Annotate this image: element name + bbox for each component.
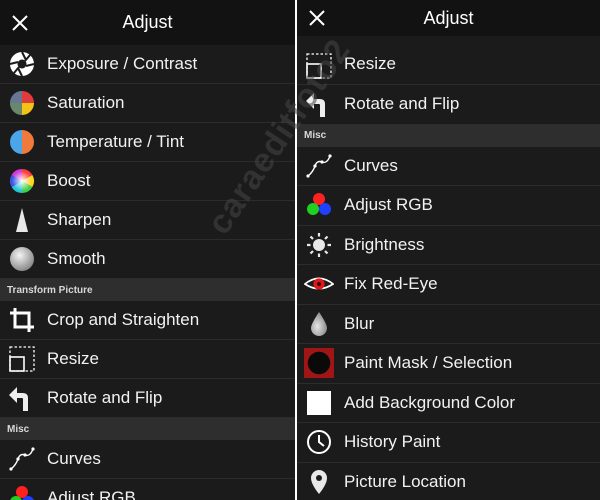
right-adjust-panel: Adjust Resize Rotate and Flip Misc Curve… [297, 0, 600, 500]
menu-item-crop-straighten[interactable]: Crop and Straighten [0, 301, 295, 340]
rgb-icon [7, 483, 37, 500]
menu-item-label: Temperature / Tint [47, 132, 185, 151]
menu-item-fix-red-eye[interactable]: Fix Red-Eye [297, 265, 600, 305]
saturation-icon [7, 88, 37, 118]
smooth-icon [7, 244, 37, 274]
close-icon[interactable] [10, 13, 30, 33]
menu-item-brightness[interactable]: Brightness [297, 226, 600, 265]
menu-item-label: Resize [47, 349, 99, 368]
menu-item-exposure-contrast[interactable]: Exposure / Contrast [0, 45, 295, 84]
menu-item-adjust-rgb[interactable]: Adjust RGB [297, 186, 600, 226]
sharpen-icon [7, 205, 37, 235]
red-eye-icon [304, 269, 334, 299]
paint-mask-icon [304, 348, 334, 379]
menu-item-label: Picture Location [344, 471, 466, 491]
menu-item-history-paint[interactable]: History Paint [297, 423, 600, 463]
menu-list: Resize Rotate and Flip Misc Curves Adjus… [297, 36, 600, 500]
menu-list: Exposure / Contrast Saturation Temperatu… [0, 45, 295, 500]
section-header-misc: Misc [0, 418, 295, 440]
section-header-misc: Misc [297, 124, 600, 147]
menu-item-picture-location[interactable]: Picture Location [297, 463, 600, 500]
aperture-icon [7, 49, 37, 79]
menu-item-label: Brightness [344, 234, 425, 254]
close-icon[interactable] [307, 8, 327, 28]
menu-item-adjust-rgb[interactable]: Adjust RGB [0, 479, 295, 500]
rgb-icon [304, 190, 334, 220]
menu-item-label: Rotate and Flip [47, 388, 163, 407]
menu-item-label: Exposure / Contrast [47, 54, 198, 73]
curves-icon [7, 444, 37, 474]
crop-icon [7, 305, 37, 335]
menu-item-smooth[interactable]: Smooth [0, 240, 295, 279]
menu-item-resize[interactable]: Resize [297, 36, 600, 85]
menu-item-rotate-flip[interactable]: Rotate and Flip [0, 379, 295, 418]
menu-item-label: Add Background Color [344, 392, 516, 412]
menu-item-label: History Paint [344, 432, 441, 452]
panel-title: Adjust [122, 12, 173, 32]
brightness-icon [304, 230, 334, 260]
menu-item-add-background-color[interactable]: Add Background Color [297, 384, 600, 423]
menu-item-label: Smooth [47, 249, 106, 268]
menu-item-temperature-tint[interactable]: Temperature / Tint [0, 123, 295, 162]
menu-item-resize[interactable]: Resize [0, 340, 295, 379]
menu-item-label: Fix Red-Eye [344, 274, 438, 294]
blur-icon [304, 309, 334, 339]
menu-item-label: Crop and Straighten [47, 310, 200, 329]
menu-item-label: Resize [344, 54, 396, 73]
menu-item-label: Sharpen [47, 210, 112, 229]
menu-item-rotate-flip[interactable]: Rotate and Flip [297, 85, 600, 125]
menu-item-label: Adjust RGB [344, 195, 433, 215]
menu-item-label: Curves [47, 449, 101, 468]
header-bar: Adjust [297, 0, 600, 36]
menu-item-label: Rotate and Flip [344, 94, 460, 114]
header-bar: Adjust [0, 0, 295, 45]
rotate-icon [7, 383, 37, 413]
resize-icon [7, 344, 37, 374]
menu-item-label: Adjust RGB [47, 488, 136, 500]
menu-item-paint-mask[interactable]: Paint Mask / Selection [297, 344, 600, 384]
resize-icon [304, 51, 334, 81]
menu-item-boost[interactable]: Boost [0, 162, 295, 201]
history-icon [304, 427, 334, 457]
menu-item-label: Paint Mask / Selection [344, 353, 513, 373]
background-color-icon [304, 388, 334, 418]
menu-item-sharpen[interactable]: Sharpen [0, 201, 295, 240]
rotate-icon [304, 89, 334, 119]
section-header-transform: Transform Picture [0, 279, 295, 301]
menu-item-blur[interactable]: Blur [297, 305, 600, 344]
menu-item-label: Boost [47, 171, 91, 190]
location-pin-icon [304, 467, 334, 497]
menu-item-saturation[interactable]: Saturation [0, 84, 295, 123]
menu-item-label: Curves [344, 155, 398, 175]
panel-title: Adjust [423, 7, 474, 28]
menu-item-label: Saturation [47, 93, 125, 112]
boost-icon [7, 166, 37, 196]
menu-item-curves[interactable]: Curves [297, 147, 600, 186]
curves-icon [304, 151, 334, 181]
left-adjust-panel: Adjust Exposure / Contrast Saturation Te… [0, 0, 295, 500]
menu-item-label: Blur [344, 313, 375, 333]
menu-item-curves[interactable]: Curves [0, 440, 295, 479]
temperature-icon [7, 127, 37, 157]
